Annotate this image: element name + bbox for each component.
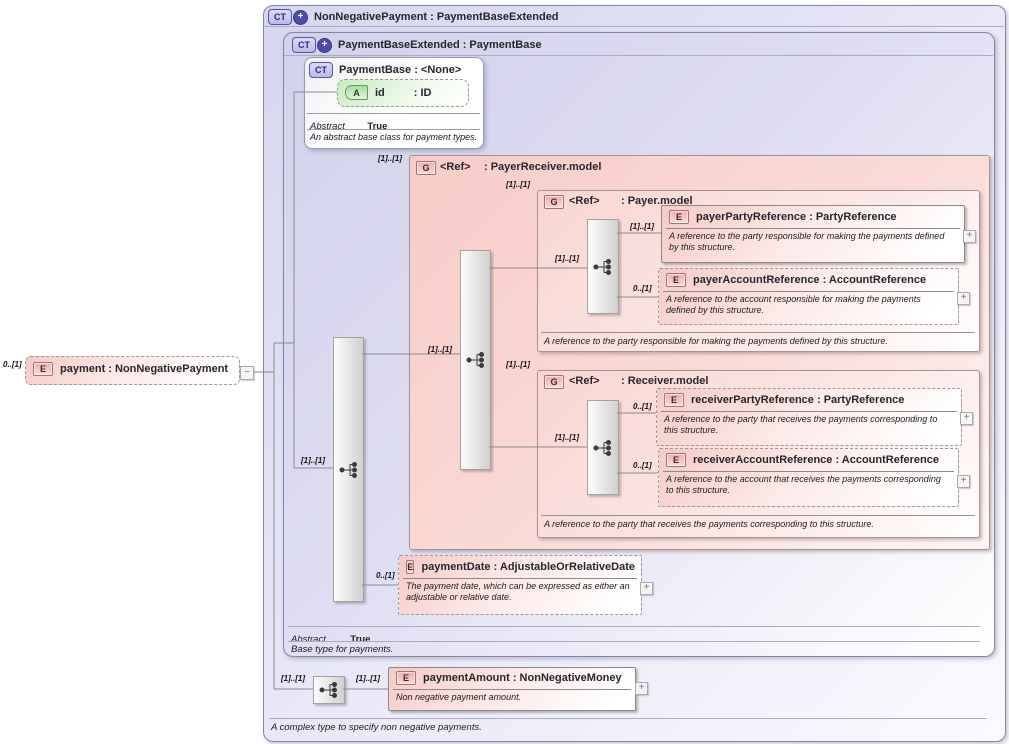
cardinality-payer-sequence: [1]..[1]	[555, 254, 579, 263]
group-icon: G	[416, 161, 436, 175]
complextype-nonnegativepayment-doc: A complex type to specify non negative p…	[271, 722, 482, 733]
group-payerreceiver-type: : PayerReceiver.model	[484, 161, 601, 173]
element-paymentamount-box[interactable]: E paymentAmount : NonNegativeMoney Non n…	[388, 667, 636, 711]
attribute-id-name: id	[375, 87, 385, 99]
element-paymentdate-label: paymentDate : AdjustableOrRelativeDate	[421, 561, 635, 573]
abstract-divider-bottom	[307, 129, 480, 130]
complextype-paymentbaseextended-header: CT+ PaymentBaseExtended : PaymentBase	[292, 37, 542, 53]
sequence-bar-receiver	[587, 400, 619, 495]
cardinality-payerpartyreference: [1]..[1]	[630, 222, 654, 231]
sequence-bar-extension	[333, 337, 364, 602]
expand-toggle-payeraccountreference[interactable]: +	[957, 292, 970, 305]
schema-diagram-canvas: CT+ NonNegativePayment : PaymentBaseExte…	[0, 0, 1009, 744]
expand-toggle-paymentamount[interactable]: +	[635, 682, 648, 695]
element-payeraccountreference-doc: A reference to the account responsible f…	[659, 292, 958, 318]
sequence-icon	[466, 351, 486, 369]
cardinality-receiver-sequence: [1]..[1]	[555, 433, 579, 442]
complextype-paymentbase-title: PaymentBase : <None>	[339, 64, 461, 76]
complextype-paymentbaseextended-title: PaymentBaseExtended : PaymentBase	[338, 39, 542, 51]
element-payeraccountreference-box[interactable]: E payerAccountReference : AccountReferen…	[658, 268, 959, 325]
cardinality-payer-group: [1]..[1]	[506, 180, 530, 189]
element-payeraccountreference-label: payerAccountReference : AccountReference	[693, 274, 926, 286]
abstract-divider-bottom	[288, 641, 980, 642]
attribute-id-box[interactable]: A id : ID	[337, 79, 469, 107]
group-payer-ref: <Ref>	[569, 195, 600, 207]
element-paymentamount-label: paymentAmount : NonNegativeMoney	[423, 672, 622, 684]
group-icon: G	[544, 375, 564, 389]
sequence-bar-payer	[587, 219, 619, 314]
element-icon: E	[664, 393, 684, 407]
group-payer-doc: A reference to the party responsible for…	[544, 336, 888, 346]
complex-type-icon: CT	[309, 62, 333, 78]
cardinality-paymentdate: 0..[1]	[376, 571, 395, 580]
element-receiveraccountreference-doc: A reference to the account that receives…	[659, 472, 958, 498]
element-icon: E	[406, 560, 414, 574]
sequence-icon	[339, 461, 359, 479]
attribute-icon: A	[345, 85, 368, 100]
header-divider	[264, 26, 1004, 27]
element-payerpartyreference-doc: A reference to the party responsible for…	[662, 229, 964, 255]
sequence-icon	[319, 681, 339, 699]
element-receiveraccountreference-box[interactable]: E receiverAccountReference : AccountRefe…	[658, 448, 959, 507]
abstract-divider-top	[307, 113, 480, 114]
abstract-label: Abstract	[310, 121, 345, 132]
complex-type-icon: CT	[292, 37, 316, 53]
sequence-icon	[593, 439, 613, 457]
complextype-nonnegativepayment-title: NonNegativePayment : PaymentBaseExtended	[314, 11, 559, 23]
cardinality-payment: 0..[1]	[3, 360, 22, 369]
expand-toggle-paymentdate[interactable]: +	[640, 582, 653, 595]
sequence-bar-amount	[313, 676, 345, 704]
element-paymentamount-doc: Non negative payment amount.	[389, 690, 635, 705]
group-receiver-doc: A reference to the party that receives t…	[544, 519, 874, 529]
cardinality-receiverpartyreference: 0..[1]	[633, 402, 652, 411]
complex-type-icon: CT	[268, 9, 292, 25]
expand-toggle-receiveraccountreference[interactable]: +	[957, 475, 970, 488]
derived-type-icon: +	[317, 38, 332, 53]
attribute-id-type: : ID	[414, 87, 432, 99]
group-receiver-ref: <Ref>	[569, 375, 600, 387]
element-icon: E	[33, 362, 53, 376]
footer-divider	[541, 332, 975, 333]
cardinality-payerreceiver-group: [1]..[1]	[378, 154, 402, 163]
footer-divider	[541, 515, 975, 516]
element-icon: E	[666, 273, 686, 287]
complextype-nonnegativepayment-header: CT+ NonNegativePayment : PaymentBaseExte…	[268, 9, 559, 25]
collapse-toggle[interactable]: −	[240, 366, 254, 380]
derived-type-icon: +	[293, 10, 308, 25]
group-payerreceiver-ref: <Ref>	[440, 161, 471, 173]
element-receiveraccountreference-label: receiverAccountReference : AccountRefere…	[693, 454, 939, 466]
cardinality-receiveraccountreference: 0..[1]	[633, 461, 652, 470]
complextype-paymentbaseextended-doc: Base type for payments.	[291, 644, 393, 655]
cardinality-extension-sequence: [1]..[1]	[301, 456, 325, 465]
element-paymentdate-box[interactable]: E paymentDate : AdjustableOrRelativeDate…	[398, 555, 642, 615]
group-icon: G	[544, 195, 564, 209]
element-payment-box[interactable]: E payment : NonNegativePayment	[25, 356, 240, 385]
abstract-value: True	[367, 121, 387, 132]
element-payment-label: payment : NonNegativePayment	[60, 363, 228, 375]
cardinality-payeraccountreference: 0..[1]	[633, 284, 652, 293]
footer-divider	[269, 718, 987, 719]
complextype-paymentbase-header: CT PaymentBase : <None>	[309, 62, 461, 78]
cardinality-receiver-group: [1]..[1]	[506, 360, 530, 369]
expand-toggle-receiverpartyreference[interactable]: +	[960, 412, 973, 425]
sequence-bar-payerreceiver	[460, 250, 491, 470]
element-payerpartyreference-label: payerPartyReference : PartyReference	[696, 211, 897, 223]
cardinality-payerreceiver-sequence: [1]..[1]	[428, 345, 452, 354]
complextype-paymentbase-doc: An abstract base class for payment types…	[310, 132, 477, 142]
element-receiverpartyreference-box[interactable]: E receiverPartyReference : PartyReferenc…	[656, 388, 962, 446]
cardinality-paymentamount: [1]..[1]	[356, 674, 380, 683]
expand-toggle-payerpartyreference[interactable]: +	[963, 230, 976, 243]
element-receiverpartyreference-label: receiverPartyReference : PartyReference	[691, 394, 904, 406]
element-payerpartyreference-box[interactable]: E payerPartyReference : PartyReference A…	[661, 205, 965, 263]
element-icon: E	[669, 210, 689, 224]
abstract-divider-top	[288, 626, 980, 627]
sequence-icon	[593, 258, 613, 276]
header-divider	[284, 55, 993, 56]
cardinality-amount-sequence: [1]..[1]	[281, 674, 305, 683]
element-icon: E	[666, 453, 686, 467]
element-receiverpartyreference-doc: A reference to the party that receives t…	[657, 412, 961, 438]
element-paymentdate-doc: The payment date, which can be expressed…	[399, 579, 641, 605]
element-icon: E	[396, 671, 416, 685]
group-receiver-type: : Receiver.model	[621, 375, 708, 387]
